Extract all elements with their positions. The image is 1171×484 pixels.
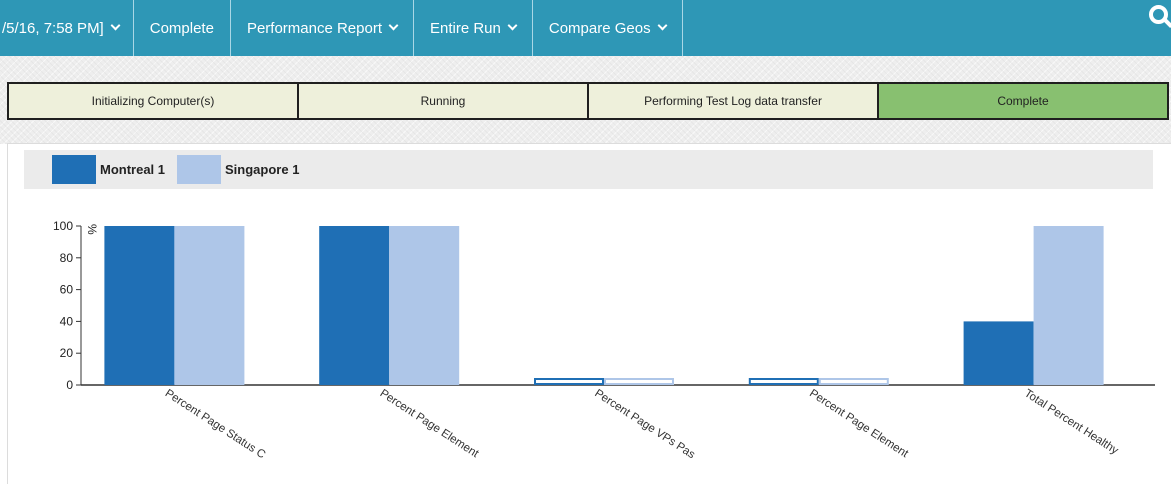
bar-singapore [389,226,460,385]
bar-montreal [748,378,819,385]
y-tick-label: 0 [66,378,73,392]
x-category-label: Total Percent Healthy [1022,387,1120,457]
y-tick-label: 80 [60,251,74,265]
bar-singapore [1033,226,1104,385]
x-category-label: Percent Page Status C [163,387,268,461]
y-tick-label: 60 [60,283,74,297]
bar-montreal [104,226,175,385]
bar-singapore [174,226,245,385]
y-tick-label: 40 [60,314,74,328]
bar-chart: 0 20 40 60 80 100 % Percent Page Status C Percen… [53,219,1155,461]
bar-singapore [818,378,889,385]
bar-montreal [319,226,390,385]
x-category-label: Percent Page VPs Pas [592,387,697,461]
y-tick-label: 20 [60,346,74,360]
bar-singapore [604,378,674,385]
bar-montreal [534,378,604,385]
x-category-label: Percent Page Element [807,387,911,460]
x-category-label: Percent Page Element [378,387,482,460]
bar-montreal [963,321,1034,385]
y-unit-label: % [85,224,99,235]
y-tick-label: 100 [53,219,73,233]
